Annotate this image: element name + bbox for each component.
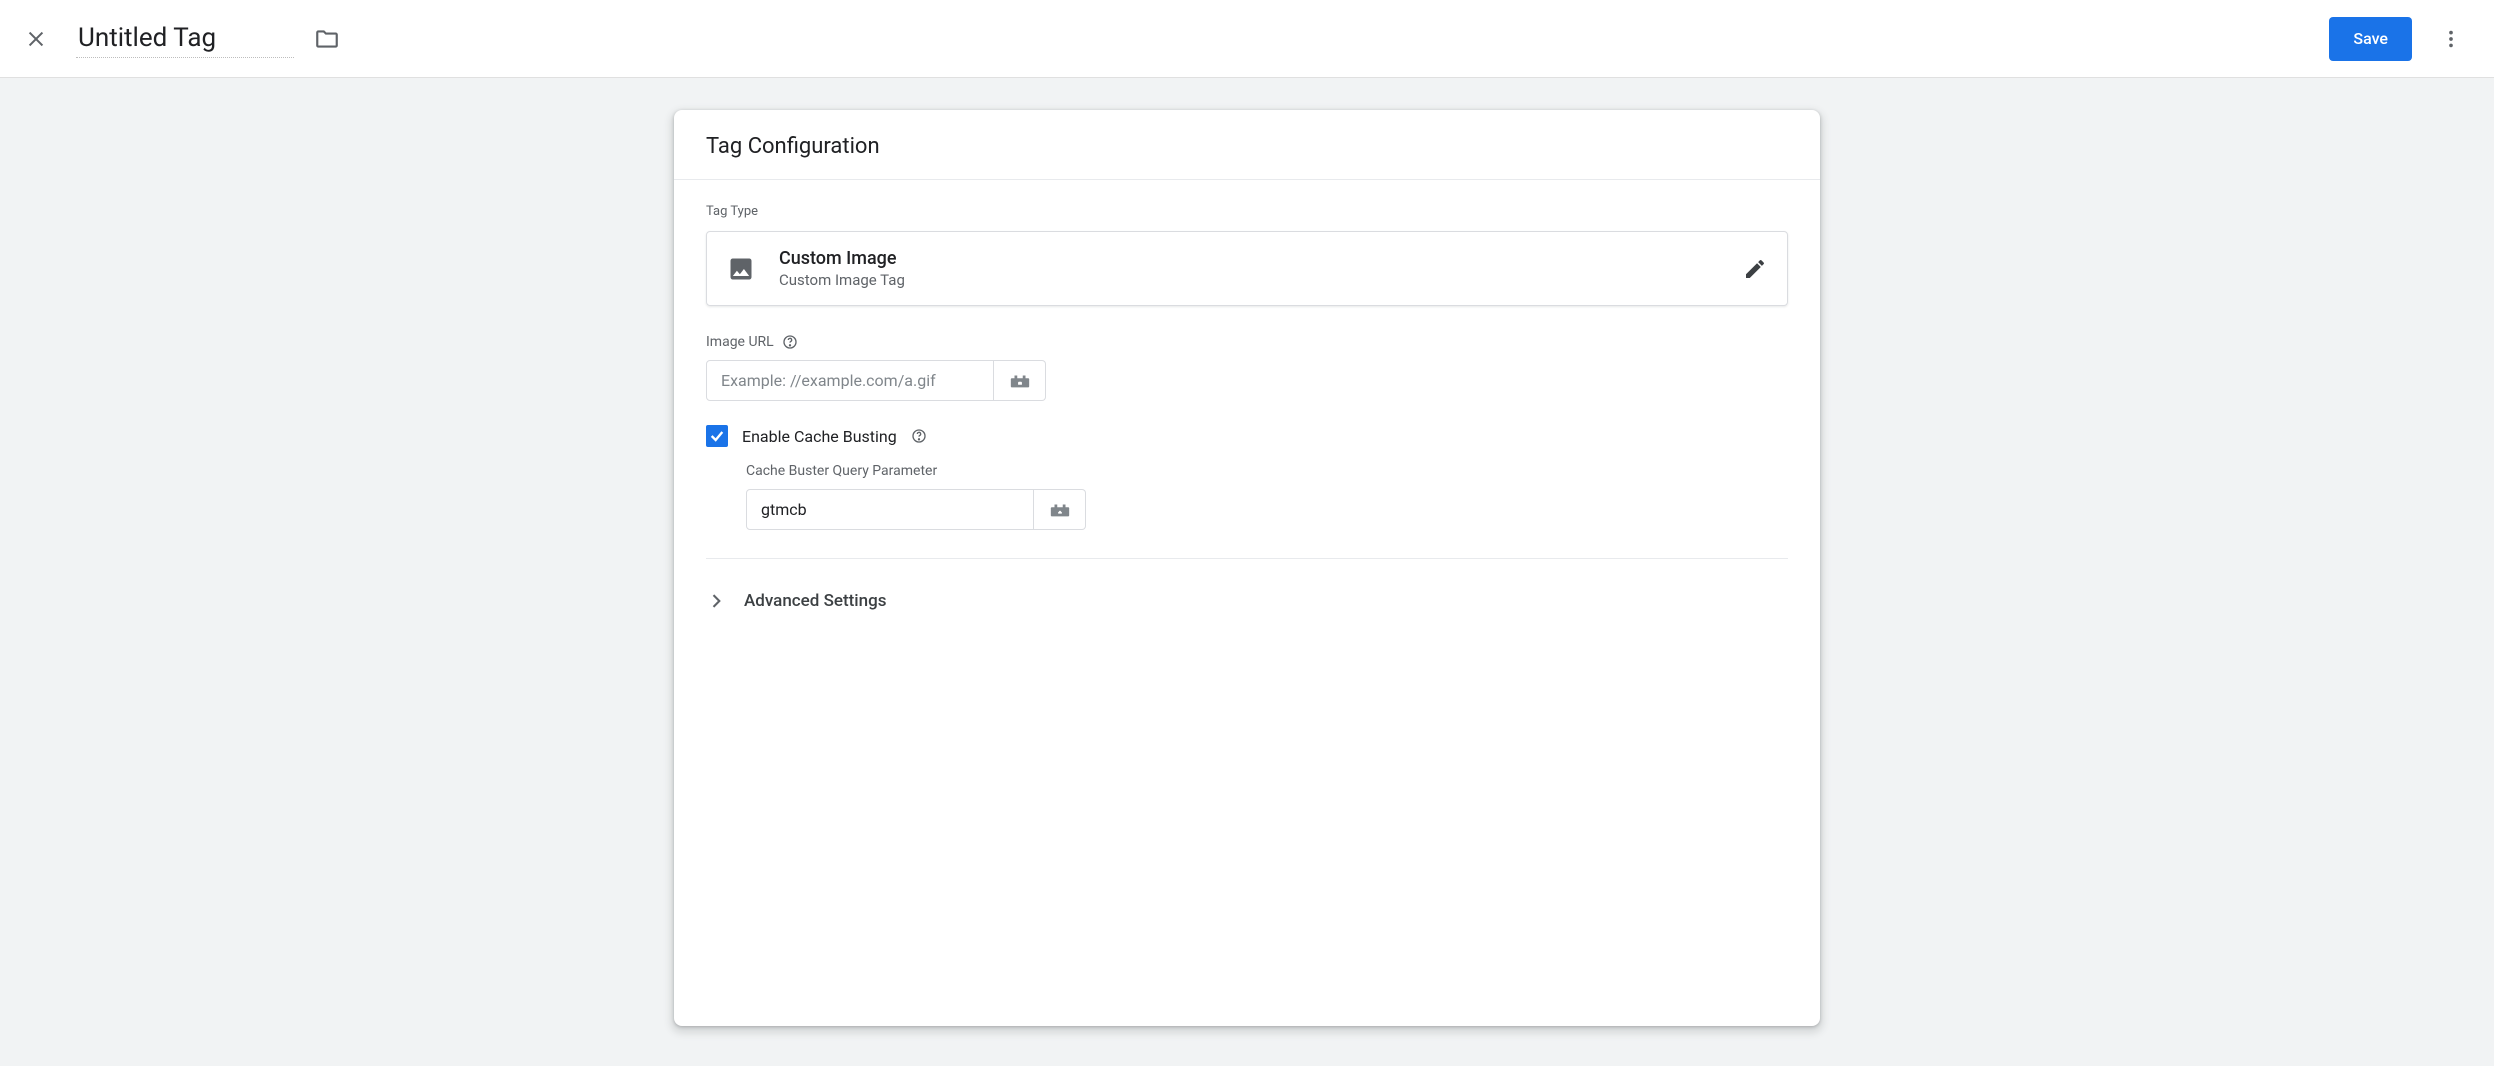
tag-type-label: Tag Type xyxy=(706,204,1788,219)
enable-cache-busting-checkbox[interactable] xyxy=(706,425,728,447)
cache-busting-section: Enable Cache Busting Cache Buster Query … xyxy=(706,425,1788,530)
image-url-help[interactable] xyxy=(782,334,798,350)
card-title: Tag Configuration xyxy=(674,110,1820,180)
image-url-variable-button[interactable] xyxy=(994,360,1046,401)
tag-type-selector[interactable]: Custom Image Custom Image Tag xyxy=(706,231,1788,306)
tag-type-name: Custom Image xyxy=(779,248,905,269)
folder-icon xyxy=(314,26,340,52)
variable-brick-icon xyxy=(1049,501,1071,519)
folder-button[interactable] xyxy=(314,26,340,52)
tag-name-input[interactable] xyxy=(76,19,294,58)
image-url-field: Image URL xyxy=(706,334,1788,401)
close-button[interactable] xyxy=(24,27,48,51)
chevron-right-icon xyxy=(706,591,726,611)
canvas: Tag Configuration Tag Type Custom Image … xyxy=(0,78,2494,1066)
cache-buster-variable-button[interactable] xyxy=(1034,489,1086,530)
cache-busting-help[interactable] xyxy=(911,428,927,444)
advanced-settings-label: Advanced Settings xyxy=(744,591,886,611)
advanced-settings-toggle[interactable]: Advanced Settings xyxy=(674,569,1820,635)
variable-brick-icon xyxy=(1009,372,1031,390)
save-button[interactable]: Save xyxy=(2329,17,2412,61)
help-icon xyxy=(911,428,927,444)
help-icon xyxy=(782,334,798,350)
cache-buster-param-field: Cache Buster Query Parameter xyxy=(746,463,1788,530)
edit-tag-type-button[interactable] xyxy=(1743,257,1767,281)
image-icon xyxy=(727,255,755,283)
divider xyxy=(706,558,1788,559)
cache-buster-param-input[interactable] xyxy=(746,489,1034,530)
tag-type-text: Custom Image Custom Image Tag xyxy=(779,248,905,289)
tag-type-subtitle: Custom Image Tag xyxy=(779,271,905,289)
close-icon xyxy=(25,28,47,50)
dialog-header: Save xyxy=(0,0,2494,78)
cache-buster-param-label: Cache Buster Query Parameter xyxy=(746,463,937,479)
image-url-label: Image URL xyxy=(706,334,774,350)
more-vert-icon xyxy=(2440,28,2462,50)
more-menu-button[interactable] xyxy=(2432,20,2470,58)
enable-cache-busting-label: Enable Cache Busting xyxy=(742,427,897,446)
tag-config-card: Tag Configuration Tag Type Custom Image … xyxy=(674,110,1820,1026)
check-icon xyxy=(709,428,725,444)
pencil-icon xyxy=(1743,257,1767,281)
image-url-input[interactable] xyxy=(706,360,994,401)
